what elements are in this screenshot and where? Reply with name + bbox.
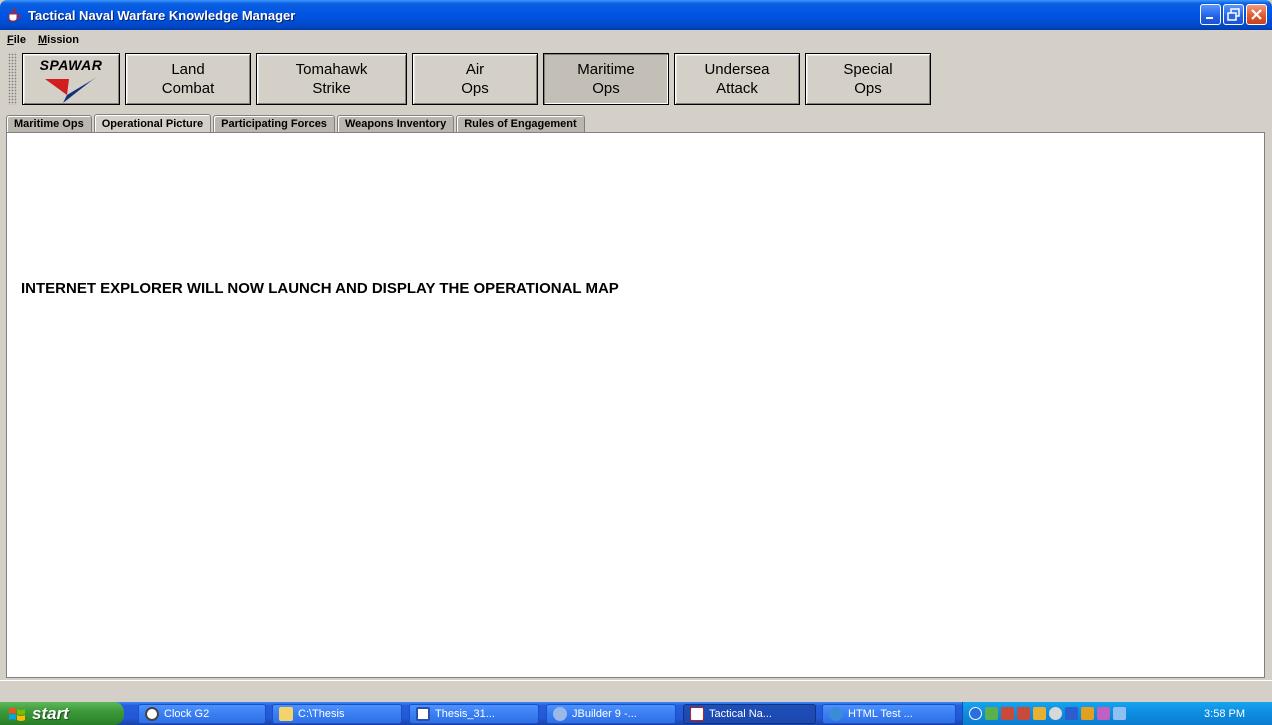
task-clock-g2[interactable]: Clock G2: [138, 704, 266, 724]
land-combat-label-2: Combat: [161, 80, 215, 97]
menu-bar: File Mission: [0, 30, 1272, 50]
spawar-chevron-icon: [45, 77, 97, 103]
task-label: Tactical Na...: [709, 708, 772, 720]
task-label: JBuilder 9 -...: [572, 708, 637, 720]
status-bar: [0, 680, 1272, 702]
word-document-icon: [416, 707, 430, 721]
window-title: Tactical Naval Warfare Knowledge Manager: [28, 7, 296, 23]
start-button[interactable]: start: [0, 702, 124, 725]
tab-maritime-ops[interactable]: Maritime Ops: [6, 115, 92, 132]
tray-app-icon[interactable]: [1001, 707, 1014, 720]
internet-explorer-icon: [829, 707, 843, 721]
java-cup-icon: [690, 707, 704, 721]
task-thesis-word[interactable]: Thesis_31...: [409, 704, 539, 724]
tomahawk-strike-label-1: Tomahawk: [295, 61, 368, 78]
special-ops-label-2: Ops: [854, 80, 882, 97]
title-bar[interactable]: Tactical Naval Warfare Knowledge Manager: [0, 0, 1272, 30]
task-html-test[interactable]: HTML Test ...: [822, 704, 956, 724]
undersea-attack-button[interactable]: Undersea Attack: [674, 53, 800, 105]
close-icon: [1251, 9, 1262, 20]
land-combat-button[interactable]: Land Combat: [125, 53, 251, 105]
content-panel: INTERNET EXPLORER WILL NOW LAUNCH AND DI…: [6, 132, 1265, 678]
minimize-icon: [1206, 17, 1213, 19]
maritime-ops-label-2: Ops: [592, 80, 620, 97]
air-ops-label-2: Ops: [461, 80, 489, 97]
task-label: C:\Thesis: [298, 708, 345, 720]
task-label: Clock G2: [164, 708, 210, 720]
maritime-ops-label-1: Maritime: [577, 61, 635, 78]
tray-collapse-icon[interactable]: [969, 707, 982, 720]
task-label: HTML Test ...: [848, 708, 913, 720]
toolbar-grip[interactable]: [8, 53, 17, 105]
taskbar-clock[interactable]: 3:58 PM: [1204, 708, 1245, 720]
tab-participating-forces[interactable]: Participating Forces: [213, 115, 335, 132]
menu-file[interactable]: File: [0, 34, 31, 46]
mission-toolbar: SPAWAR Land Combat Tomahawk Strike Air O…: [6, 51, 1266, 107]
spawar-logo-button[interactable]: SPAWAR: [22, 53, 120, 105]
tray-search-icon[interactable]: [1049, 707, 1062, 720]
task-tactical-naval[interactable]: Tactical Na...: [683, 704, 816, 724]
tray-network-icon[interactable]: [985, 707, 998, 720]
folder-icon: [279, 707, 293, 721]
undersea-attack-label-2: Attack: [716, 80, 758, 97]
task-thesis-folder[interactable]: C:\Thesis: [272, 704, 402, 724]
launch-message: INTERNET EXPLORER WILL NOW LAUNCH AND DI…: [21, 280, 619, 297]
restore-icon: [1227, 8, 1240, 21]
tray-sync-icon[interactable]: [1065, 707, 1078, 720]
tray-security-icon[interactable]: [1081, 707, 1094, 720]
system-tray: 3:58 PM: [962, 702, 1272, 725]
close-button[interactable]: [1246, 4, 1267, 25]
jbuilder-icon: [553, 707, 567, 721]
tray-alert-icon[interactable]: [1033, 707, 1046, 720]
tray-display-icon[interactable]: [1113, 707, 1126, 720]
air-ops-label-1: Air: [465, 61, 485, 78]
task-jbuilder[interactable]: JBuilder 9 -...: [546, 704, 676, 724]
tomahawk-strike-button[interactable]: Tomahawk Strike: [256, 53, 407, 105]
minimize-button[interactable]: [1200, 4, 1221, 25]
taskbar: start Clock G2 C:\Thesis Thesis_31... JB…: [0, 702, 1272, 725]
tomahawk-strike-label-2: Strike: [312, 80, 351, 97]
menu-mission[interactable]: Mission: [31, 34, 84, 46]
tab-strip: Maritime Ops Operational Picture Partici…: [6, 114, 587, 132]
java-cup-icon: [6, 7, 22, 23]
maritime-ops-button[interactable]: Maritime Ops: [543, 53, 669, 105]
undersea-attack-label-1: Undersea: [704, 61, 770, 78]
start-label: start: [32, 703, 69, 723]
special-ops-label-1: Special: [843, 61, 893, 78]
tab-weapons-inventory[interactable]: Weapons Inventory: [336, 115, 455, 132]
tab-rules-of-engagement[interactable]: Rules of Engagement: [456, 115, 585, 132]
air-ops-button[interactable]: Air Ops: [412, 53, 538, 105]
land-combat-label-1: Land: [171, 61, 205, 78]
spawar-logo-text: SPAWAR: [39, 57, 103, 73]
restore-button[interactable]: [1223, 4, 1244, 25]
windows-flag-icon: [9, 707, 25, 721]
special-ops-button[interactable]: Special Ops: [805, 53, 931, 105]
tab-operational-picture[interactable]: Operational Picture: [93, 114, 212, 132]
clock-icon: [145, 707, 159, 721]
tray-app-icon[interactable]: [1017, 707, 1030, 720]
task-label: Thesis_31...: [435, 708, 495, 720]
tray-app-icon[interactable]: [1097, 707, 1110, 720]
